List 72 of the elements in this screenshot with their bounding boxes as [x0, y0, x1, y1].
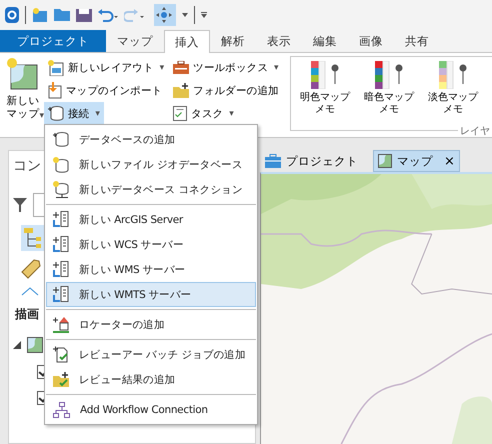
- close-icon[interactable]: ×: [444, 154, 455, 168]
- ribbon-tab[interactable]: 挿入: [164, 30, 210, 53]
- database-connection-icon: [53, 181, 69, 198]
- folder-check-icon: [53, 372, 69, 387]
- line-icon[interactable]: [21, 287, 39, 296]
- menu-item[interactable]: 新しいデータベース コネクション: [46, 177, 256, 202]
- server-icon: [53, 236, 69, 253]
- new-project-icon[interactable]: [32, 8, 48, 22]
- customize-icon[interactable]: [201, 12, 207, 18]
- ribbon-button[interactable]: マップのインポート: [44, 79, 166, 102]
- layout-icon: [48, 60, 64, 76]
- ribbon-button[interactable]: ツールボックス ▾: [169, 56, 283, 79]
- note-swatch-icon: [438, 61, 467, 89]
- open-folder-icon[interactable]: [54, 9, 70, 21]
- view-tab[interactable]: マップ ×: [373, 150, 460, 172]
- navigate-icon[interactable]: [154, 4, 176, 26]
- tree-icon[interactable]: [21, 225, 45, 251]
- pane-title: コン: [13, 157, 41, 175]
- ribbon-tab[interactable]: 編集: [302, 30, 348, 52]
- caret-icon[interactable]: [182, 13, 188, 17]
- toolbox-icon: [173, 61, 190, 74]
- view-tab[interactable]: プロジェクト: [260, 150, 363, 172]
- gallery-item[interactable]: 暗色マップメモ: [360, 61, 417, 116]
- house-icon: [53, 316, 69, 332]
- ribbon-tab[interactable]: 共有: [394, 30, 440, 52]
- note-swatch-icon: [374, 61, 403, 89]
- gallery-item[interactable]: 明色マップメモ: [296, 61, 353, 116]
- menu-item[interactable]: データベースの追加: [46, 127, 256, 152]
- tag-icon[interactable]: [21, 259, 41, 279]
- map-icon: [7, 58, 39, 91]
- task-icon: [173, 106, 188, 121]
- folder-icon: [173, 83, 190, 98]
- gallery-item[interactable]: 淡色マップメモ: [424, 61, 481, 116]
- database-icon: [48, 106, 64, 121]
- briefcase-icon: [265, 154, 281, 168]
- ribbon-button[interactable]: 新しいレイアウト ▾: [44, 56, 168, 79]
- workflow-icon: [53, 402, 70, 418]
- menu-item[interactable]: 新しいファイル ジオデータベース: [46, 152, 256, 177]
- ribbon-tab[interactable]: 解析: [210, 30, 256, 52]
- ribbon-tab[interactable]: 画像: [348, 30, 394, 52]
- server-icon: [53, 261, 69, 278]
- project-tab[interactable]: プロジェクト: [0, 30, 106, 52]
- app-logo-icon[interactable]: [5, 7, 19, 23]
- filter-icon[interactable]: [13, 197, 27, 213]
- save-icon[interactable]: [76, 8, 92, 22]
- import-icon: [48, 82, 62, 99]
- ribbon-tab[interactable]: 表示: [256, 30, 302, 52]
- group-label: レイヤ: [458, 126, 492, 137]
- ribbon-button[interactable]: タスク ▾: [169, 102, 238, 125]
- note-swatch-icon: [310, 61, 339, 89]
- new-map-button[interactable]: 新しいマップ▾: [3, 56, 43, 137]
- menu-item[interactable]: 新しい ArcGIS Server: [46, 207, 256, 232]
- menu-item[interactable]: 新しい WMS サーバー: [46, 257, 256, 282]
- server-icon: [53, 286, 69, 303]
- map-icon: [27, 337, 43, 353]
- document-check-icon: [53, 346, 69, 363]
- section-heading: 描画: [15, 306, 39, 323]
- undo-icon[interactable]: [98, 8, 118, 22]
- database-icon: [53, 156, 69, 172]
- menu-item[interactable]: ロケーターの追加: [46, 312, 256, 337]
- menu-item[interactable]: 新しい WCS サーバー: [46, 232, 256, 257]
- expand-icon[interactable]: [13, 341, 21, 349]
- menu-item[interactable]: 新しい WMTS サーバー: [46, 282, 256, 307]
- database-icon: [53, 132, 69, 147]
- menu-item[interactable]: Add Workflow Connection: [46, 397, 256, 422]
- ribbon-button[interactable]: 接続 ▾: [44, 102, 104, 125]
- server-icon: [53, 211, 69, 228]
- ribbon-tab[interactable]: マップ: [106, 30, 164, 52]
- menu-item[interactable]: レビュー結果の追加: [46, 367, 256, 392]
- menu-item[interactable]: レビューアー バッチ ジョブの追加: [46, 342, 256, 367]
- ribbon-button[interactable]: フォルダーの追加: [169, 79, 283, 102]
- map-icon: [378, 154, 392, 168]
